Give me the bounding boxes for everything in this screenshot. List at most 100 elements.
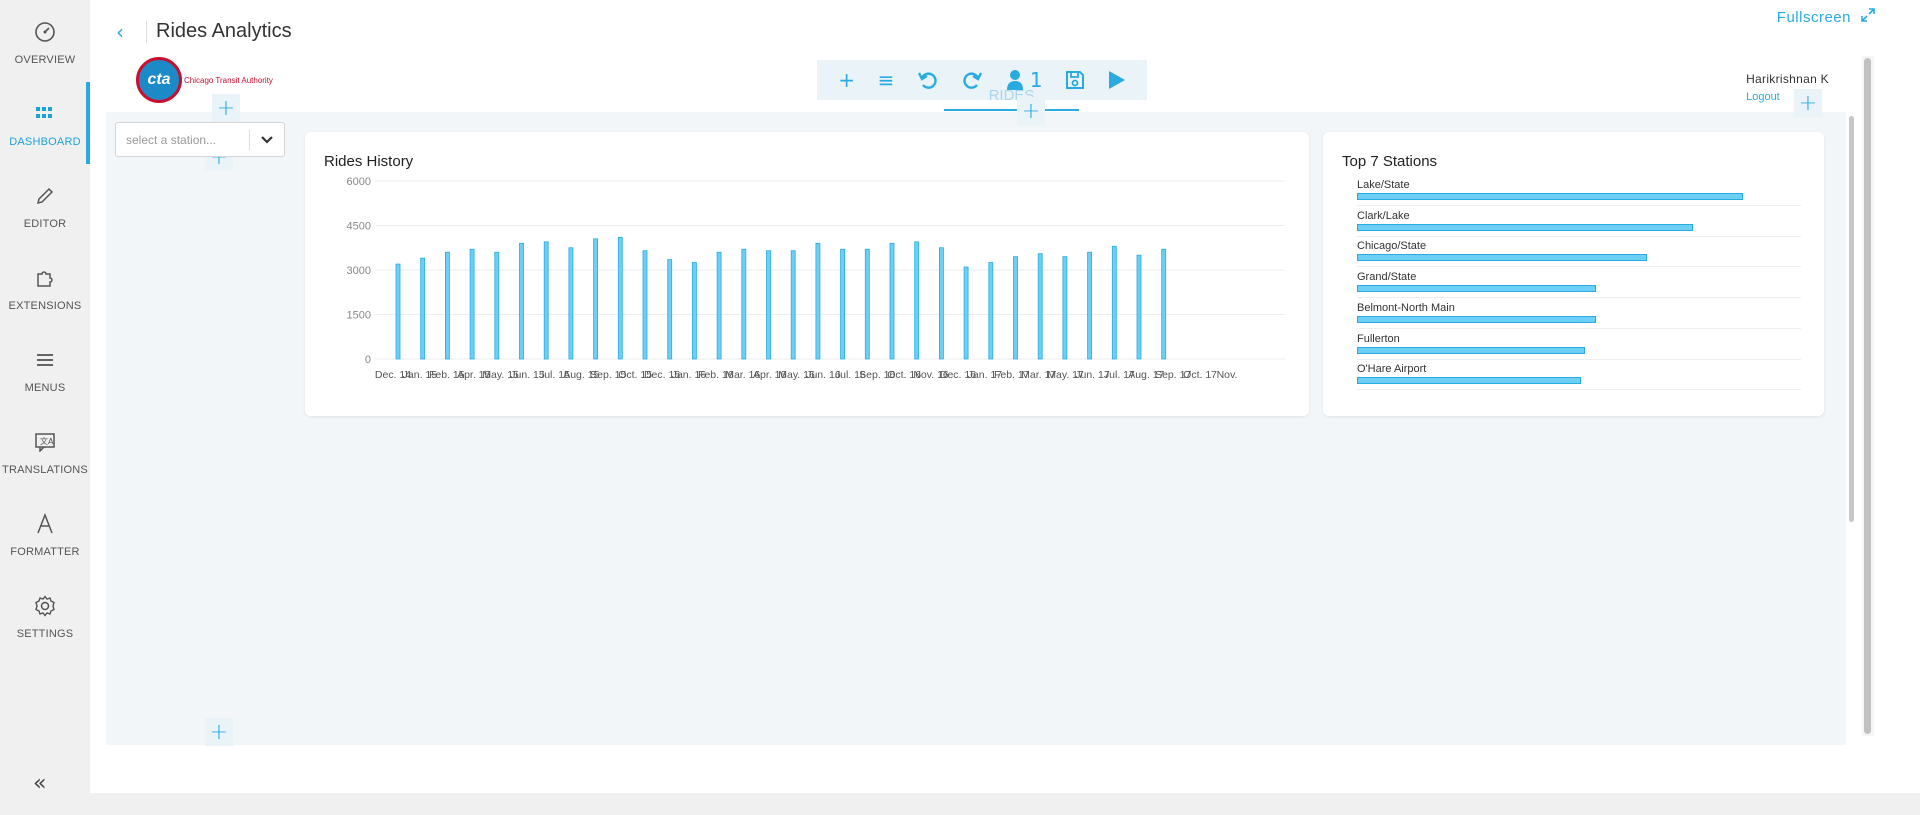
sidebar-item-dashboard[interactable]: DASHBOARD — [0, 82, 90, 164]
sidebar-item-editor[interactable]: EDITOR — [0, 164, 90, 246]
sidebar-item-settings[interactable]: SETTINGS — [0, 574, 90, 656]
top-stations-card: Top 7 Stations Lake/State Clark/Lake Chica… — [1323, 132, 1824, 416]
sidebar-item-formatter[interactable]: FORMATTER — [0, 492, 90, 574]
sidebar-item-label: EDITOR — [23, 218, 67, 230]
tab-underline — [944, 109, 1079, 111]
rides-bar[interactable] — [519, 242, 524, 360]
rides-bar[interactable] — [790, 250, 796, 360]
station-row[interactable]: Lake/State — [1357, 179, 1801, 206]
station-bar[interactable] — [1357, 254, 1647, 262]
rides-bar[interactable] — [939, 247, 944, 360]
menu-button[interactable]: ≡ — [878, 68, 895, 92]
rides-bar[interactable] — [444, 251, 450, 360]
rides-history-chart: 01500300045006000Dec. 14Jan. 15Feb. 15Ap… — [347, 176, 1285, 381]
gauge-icon — [33, 20, 57, 44]
station-label: Lake/State — [1357, 179, 1410, 191]
gridline — [1357, 205, 1801, 206]
rides-bar[interactable] — [889, 242, 895, 360]
rides-bar[interactable] — [1062, 256, 1068, 360]
y-tick-label: 0 — [365, 354, 371, 366]
station-row[interactable]: O'Hare Airport — [1357, 363, 1801, 391]
fullscreen-button[interactable]: Fullscreen — [1777, 8, 1875, 26]
add-column-button[interactable]: + — [1794, 89, 1822, 117]
station-bar[interactable] — [1357, 346, 1585, 354]
translate-icon: 文A — [33, 430, 57, 454]
y-tick-label: 6000 — [347, 176, 371, 188]
station-label: Chicago/State — [1357, 240, 1427, 253]
rides-bar[interactable] — [1087, 251, 1092, 360]
cta-logo: cta Chicago Transit Authority — [136, 57, 273, 103]
grid-icon — [33, 102, 57, 126]
rides-bar[interactable] — [568, 247, 574, 360]
add-row-button[interactable]: + — [212, 94, 240, 122]
sidebar-item-extensions[interactable]: EXTENSIONS — [0, 246, 90, 328]
rides-bar[interactable] — [815, 242, 821, 360]
rides-bar[interactable] — [1037, 253, 1043, 360]
rides-bar[interactable] — [1161, 248, 1167, 360]
station-select[interactable]: select a station... — [115, 122, 285, 157]
sidebar-item-label: SETTINGS — [16, 628, 74, 640]
back-button[interactable]: ‹ — [116, 20, 124, 44]
rides-bar[interactable] — [617, 236, 623, 360]
station-label: Belmont-North Main — [1357, 301, 1455, 314]
station-bar[interactable] — [1357, 223, 1693, 231]
gridline — [1357, 266, 1801, 268]
rides-bar[interactable] — [1136, 254, 1142, 360]
top-stations-title: Top 7 Stations — [1342, 153, 1438, 170]
rides-bar[interactable] — [963, 266, 969, 360]
logo-text: Chicago Transit Authority — [184, 75, 273, 85]
rides-bar[interactable] — [494, 251, 500, 360]
rides-bar[interactable] — [691, 262, 697, 360]
add-bottom-row-button[interactable]: + — [205, 718, 233, 746]
station-bar[interactable] — [1357, 315, 1597, 323]
play-icon — [1108, 71, 1125, 89]
rides-history-card: Rides History 0 1500 3000 4500 6000 Dec. 14 Ja… — [305, 132, 1309, 416]
rides-bar[interactable] — [469, 248, 475, 360]
rides-bar[interactable] — [716, 251, 722, 360]
station-row[interactable]: Belmont-North Main — [1357, 301, 1801, 329]
station-row[interactable]: Clark/Lake — [1357, 209, 1801, 237]
bottom-bar — [0, 793, 1920, 815]
rides-bar[interactable] — [395, 263, 401, 360]
sidebar-item-translations[interactable]: 文A TRANSLATIONS — [0, 410, 90, 492]
header-divider — [146, 21, 147, 43]
gear-icon — [33, 594, 57, 618]
undo-button[interactable] — [917, 69, 939, 91]
sidebar-item-overview[interactable]: OVERVIEW — [0, 0, 90, 82]
rides-bar[interactable] — [420, 257, 426, 360]
add-tab-button[interactable]: + — [1017, 97, 1045, 125]
fullscreen-label: Fullscreen — [1776, 8, 1851, 26]
rides-bar[interactable] — [667, 259, 673, 360]
canvas-scrollbar[interactable] — [1849, 116, 1854, 522]
sidebar-item-label: TRANSLATIONS — [2, 464, 88, 476]
rides-bar[interactable] — [543, 241, 549, 360]
rides-bar[interactable] — [642, 250, 648, 360]
station-bar[interactable] — [1357, 193, 1743, 200]
rides-bar[interactable] — [1013, 256, 1018, 360]
station-label: Clark/Lake — [1357, 209, 1410, 222]
station-row[interactable]: Chicago/State — [1357, 240, 1801, 268]
sidebar: OVERVIEW DASHBOARD EDITOR EXTENSIONS MEN… — [0, 0, 90, 796]
tab-rides[interactable]: RIDES — [944, 87, 1079, 104]
sidebar-item-menus[interactable]: MENUS — [0, 328, 90, 410]
play-button[interactable] — [1108, 70, 1126, 90]
rides-bar[interactable] — [840, 248, 845, 360]
y-tick-label: 4500 — [347, 221, 371, 233]
rides-bar[interactable] — [1111, 245, 1117, 360]
station-bar[interactable] — [1357, 285, 1597, 293]
rides-bar[interactable] — [766, 250, 771, 360]
station-bar[interactable] — [1357, 377, 1581, 385]
station-bar-track — [1357, 285, 1801, 299]
chevron-down-icon[interactable] — [250, 135, 284, 144]
rides-bar[interactable] — [914, 241, 920, 360]
rides-bar[interactable] — [593, 238, 599, 360]
rides-bar[interactable] — [741, 248, 747, 360]
page-scrollbar[interactable] — [1864, 58, 1871, 734]
rides-bar[interactable] — [864, 248, 870, 360]
station-row[interactable]: Grand/State — [1357, 271, 1801, 299]
station-row[interactable]: Fullerton — [1357, 333, 1801, 360]
undo-icon — [917, 72, 937, 89]
add-widget-button[interactable]: + — [838, 68, 855, 92]
rides-bar[interactable] — [988, 262, 994, 360]
gridline — [1357, 327, 1801, 329]
